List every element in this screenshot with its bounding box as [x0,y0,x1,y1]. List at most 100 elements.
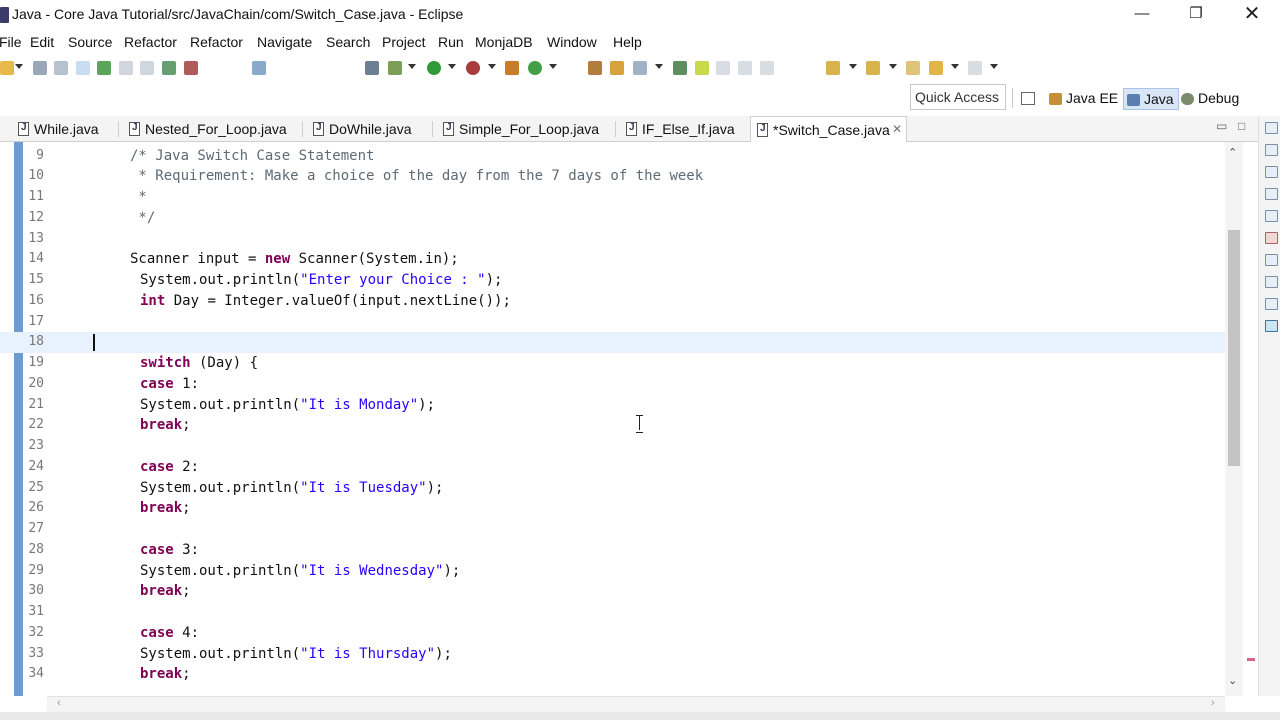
highlight-icon[interactable] [695,61,709,75]
menu-window[interactable]: Window [547,34,597,50]
run-icon[interactable] [427,61,441,75]
block-selection-icon[interactable] [119,61,133,75]
code-line[interactable]: 26 break; [0,498,1225,519]
view-icon[interactable] [1265,298,1278,310]
hierarchy-view-icon[interactable] [1265,188,1278,200]
back-icon[interactable] [929,61,943,75]
new-wizard-icon[interactable] [0,61,14,75]
horizontal-scrollbar[interactable]: ‹ › [47,696,1225,712]
open-task-icon[interactable] [184,61,198,75]
menu-help[interactable]: Help [613,34,642,50]
code-editor[interactable]: 9 /* Java Switch Case Statement 10 * Requi… [0,142,1258,696]
skip-breakpoints-icon[interactable] [365,61,379,75]
code-line[interactable]: 27 [0,519,1225,540]
scroll-right-icon[interactable]: › [1211,697,1215,709]
code-line[interactable]: 32 case 4: [0,623,1225,644]
code-line[interactable]: 13 [0,229,1225,250]
code-line[interactable]: 19 switch (Day) { [0,353,1225,374]
menu-run[interactable]: Run [438,34,464,50]
code-line[interactable]: 11 * [0,187,1225,208]
code-line[interactable]: 24 case 2: [0,457,1225,478]
console-view-icon[interactable] [1265,320,1278,332]
last-edit-location-icon[interactable] [906,61,920,75]
menu-search[interactable]: Search [326,34,370,50]
quick-access-input[interactable]: Quick Access [910,84,1006,110]
scroll-left-icon[interactable]: ‹ [57,697,61,709]
console-icon[interactable] [252,61,266,75]
minimize-button[interactable]: — [1122,3,1162,27]
open-perspective-icon[interactable] [1021,92,1035,105]
perspective-java[interactable]: Java [1123,88,1179,110]
vertical-scrollbar[interactable]: ⌃ ⌄ [1225,142,1243,696]
tab-while-java[interactable]: While.java [12,116,107,142]
overview-ruler[interactable] [1243,142,1258,696]
search-icon[interactable] [633,61,647,75]
save-icon[interactable] [33,61,47,75]
menu-source[interactable]: Source [68,34,112,50]
forward-icon[interactable] [968,61,982,75]
code-line[interactable]: 21 System.out.println("It is Monday"); [0,395,1225,416]
perspective-java-ee[interactable]: Java EE [1046,88,1122,110]
view-icon[interactable] [1265,122,1278,134]
menu-file[interactable]: File [0,34,22,50]
code-line[interactable]: 15 System.out.println("Enter your Choice … [0,270,1225,291]
next-edit-dropdown-icon[interactable] [849,64,857,69]
new-class-dropdown-icon[interactable] [549,64,557,69]
toggle-breadcrumb-icon[interactable] [76,61,90,75]
menu-refactor[interactable]: Refactor [124,34,177,50]
view-icon[interactable] [1265,210,1278,222]
open-file-icon[interactable] [610,61,624,75]
code-line[interactable]: 25 System.out.println("It is Tuesday"); [0,478,1225,499]
maximize-editor-icon[interactable]: □ [1238,119,1245,133]
code-line[interactable]: 33 System.out.println("It is Thursday"); [0,644,1225,665]
tab-if-else-if-java[interactable]: IF_Else_If.java [620,116,743,142]
debug-dropdown-icon[interactable] [408,64,416,69]
code-line[interactable]: 18 [0,332,1225,353]
back-dropdown-icon[interactable] [951,64,959,69]
mark-occurrences-icon[interactable] [97,61,111,75]
declaration-view-icon[interactable] [1265,276,1278,288]
restore-button[interactable]: ❐ [1176,3,1216,27]
perspective-debug[interactable]: Debug [1178,88,1243,110]
view-icon[interactable] [1265,166,1278,178]
save-all-icon[interactable] [54,61,68,75]
code-line[interactable]: 22 break; [0,415,1225,436]
previous-edit-icon[interactable] [866,61,880,75]
code-line[interactable]: 16 int Day = Integer.valueOf(input.nextLi… [0,291,1225,312]
menu-monjadb[interactable]: MonjaDB [475,34,533,50]
vertical-scroll-thumb[interactable] [1228,230,1240,466]
next-annotation-icon[interactable] [716,61,730,75]
show-whitespace-icon[interactable] [140,61,154,75]
code-line[interactable]: 10 * Requirement: Make a choice of the d… [0,166,1225,187]
code-line[interactable]: 30 break; [0,581,1225,602]
menu-edit[interactable]: Edit [30,34,54,50]
forward-dropdown-icon[interactable] [990,64,998,69]
code-line[interactable]: 28 case 3: [0,540,1225,561]
close-window-button[interactable]: ✕ [1232,3,1272,27]
open-folder-icon[interactable] [588,61,602,75]
toggle-mark-icon[interactable] [673,61,687,75]
external-tools-dropdown-icon[interactable] [488,64,496,69]
code-line[interactable]: 12 */ [0,208,1225,229]
menu-navigate[interactable]: Navigate [257,34,312,50]
code-line[interactable]: 31 [0,602,1225,623]
scroll-up-icon[interactable]: ⌃ [1228,146,1237,159]
debug-icon[interactable] [388,61,402,75]
scroll-down-icon[interactable]: ⌄ [1228,674,1237,687]
close-tab-icon[interactable]: ✕ [892,122,902,136]
code-line[interactable]: 9 /* Java Switch Case Statement [0,146,1225,167]
next-edit-icon[interactable] [826,61,840,75]
new-java-project-icon[interactable] [505,61,519,75]
tab-nested-for-loop-java[interactable]: Nested_For_Loop.java [123,116,295,142]
run-dropdown-icon[interactable] [448,64,456,69]
code-line[interactable]: 23 [0,436,1225,457]
outline-view-icon[interactable] [1265,144,1278,156]
show-paragraph-icon[interactable] [760,61,774,75]
tab-switch-case-java[interactable]: *Switch_Case.java ✕ [750,116,907,142]
tab-simple-for-loop-java[interactable]: Simple_For_Loop.java [437,116,607,142]
minimize-editor-icon[interactable]: ▭ [1216,119,1227,133]
code-line[interactable]: 14 Scanner input = new Scanner(System.in)… [0,249,1225,270]
javadoc-view-icon[interactable] [1265,254,1278,266]
code-line[interactable]: 34 break; [0,664,1225,685]
new-class-icon[interactable] [528,61,542,75]
